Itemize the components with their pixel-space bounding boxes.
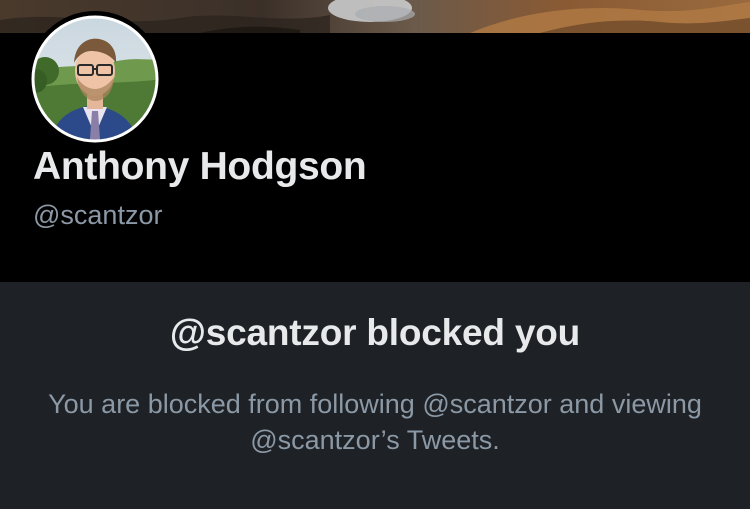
profile-handle: @scantzor <box>33 200 163 230</box>
profile-header: Anthony Hodgson @scantzor <box>0 11 750 282</box>
blocked-notice-message: You are blocked from following @scantzor… <box>48 389 702 455</box>
blocked-notice-panel: @scantzor blocked you You are blocked fr… <box>0 282 750 509</box>
profile-display-name: Anthony Hodgson <box>33 145 367 188</box>
profile-photo <box>27 11 163 147</box>
profile-page: Anthony Hodgson @scantzor @scantzor bloc… <box>0 0 750 509</box>
blocked-notice-title: @scantzor blocked you <box>169 312 581 353</box>
avatar[interactable] <box>27 11 163 147</box>
